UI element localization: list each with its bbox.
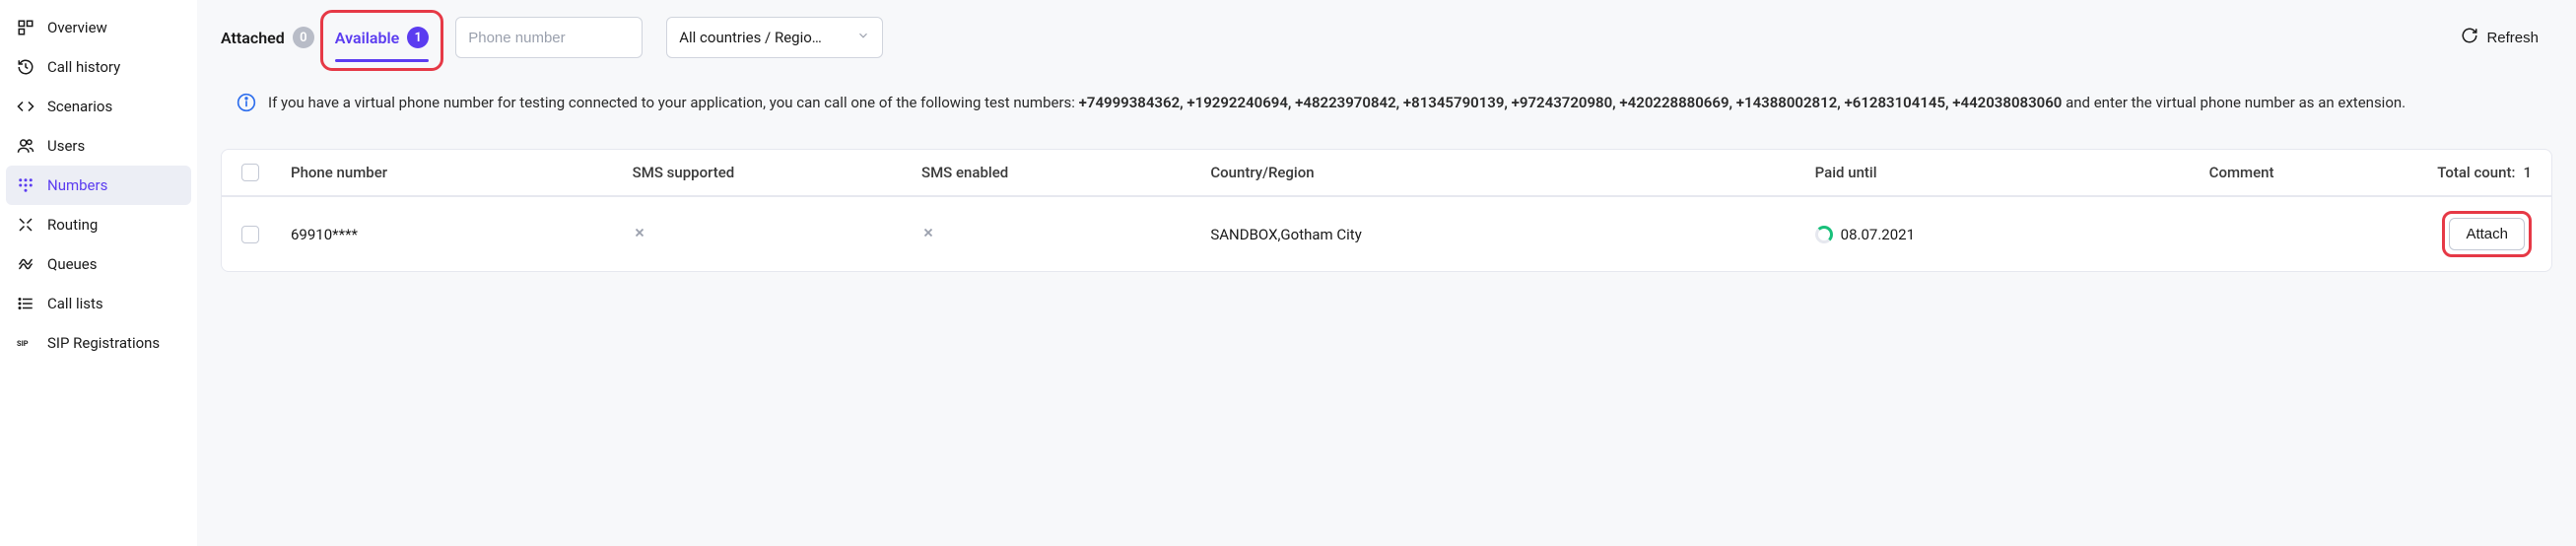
sidebar-item-label: Queues (47, 255, 98, 273)
refresh-label: Refresh (2486, 30, 2539, 46)
sidebar-item-call-history[interactable]: Call history (0, 47, 197, 87)
list-icon (16, 294, 35, 313)
col-sms-supported: SMS supported (625, 164, 914, 181)
row-checkbox[interactable] (241, 226, 259, 243)
main-content: Attached 0 Available 1 All countries / R… (197, 0, 2576, 546)
sidebar-item-routing[interactable]: Routing (0, 205, 197, 244)
sidebar-item-sip-registrations[interactable]: SIP SIP Registrations (0, 323, 197, 363)
highlight-annotation: Attach (2442, 211, 2532, 257)
table-header-row: Phone number SMS supported SMS enabled C… (222, 150, 2551, 196)
history-icon (16, 57, 35, 77)
select-value: All countries / Regio… (679, 29, 822, 46)
cell-sms-enabled (914, 226, 1202, 243)
tab-badge: 0 (293, 27, 314, 48)
highlight-annotation: Available 1 (320, 10, 443, 71)
info-icon (237, 93, 256, 119)
cell-country: SANDBOX,Gotham City (1202, 226, 1806, 243)
sidebar-item-overview[interactable]: Overview (0, 8, 197, 47)
svg-text:SIP: SIP (17, 339, 29, 348)
info-text-before: If you have a virtual phone number for t… (268, 94, 1079, 111)
select-all-checkbox[interactable] (241, 164, 259, 181)
attach-button[interactable]: Attach (2449, 218, 2525, 250)
sidebar-item-label: Call history (47, 58, 120, 76)
sidebar-item-label: Routing (47, 216, 98, 234)
cell-paid-until: 08.07.2021 (1807, 226, 2202, 243)
col-phone: Phone number (283, 164, 625, 181)
numbers-table: Phone number SMS supported SMS enabled C… (221, 149, 2552, 272)
routing-icon (16, 215, 35, 235)
col-paid-until: Paid until (1807, 164, 2202, 181)
info-numbers: +74999384362, +19292240694, +48223970842… (1079, 94, 2063, 111)
queues-icon (16, 254, 35, 274)
col-total-count: Total count: 1 (2411, 164, 2540, 181)
sidebar-item-call-lists[interactable]: Call lists (0, 284, 197, 323)
info-banner: If you have a virtual phone number for t… (221, 79, 2552, 131)
cell-sms-supported (625, 226, 914, 243)
dashboard-icon (16, 18, 35, 37)
dialpad-icon (16, 175, 35, 195)
tabs: Attached 0 Available 1 (221, 16, 432, 59)
sidebar-item-users[interactable]: Users (0, 126, 197, 166)
country-select[interactable]: All countries / Regio… (666, 17, 883, 58)
sidebar-item-label: Scenarios (47, 98, 112, 115)
col-sms-enabled: SMS enabled (914, 164, 1202, 181)
sidebar-item-queues[interactable]: Queues (0, 244, 197, 284)
x-icon (633, 226, 646, 243)
phone-number-input[interactable] (455, 17, 643, 58)
table-row: 69910**** SANDBOX,Gotham City 08.07.2021… (222, 196, 2551, 271)
refresh-icon (2461, 27, 2478, 48)
tab-badge: 1 (407, 27, 429, 48)
info-text-after: and enter the virtual phone number as an… (2066, 94, 2406, 111)
sidebar-item-label: Call lists (47, 295, 103, 312)
tab-available[interactable]: Available 1 (335, 19, 429, 56)
info-text: If you have a virtual phone number for t… (268, 91, 2406, 119)
col-comment: Comment (2202, 164, 2411, 181)
users-icon (16, 136, 35, 156)
paid-until-value: 08.07.2021 (1841, 226, 1915, 243)
sidebar-item-numbers[interactable]: Numbers (6, 166, 191, 205)
sidebar-item-label: Overview (47, 19, 107, 36)
tab-label: Available (335, 29, 399, 47)
sidebar-item-label: Numbers (47, 176, 107, 194)
chevron-down-icon (856, 29, 870, 46)
tab-label: Attached (221, 29, 285, 47)
total-count-label: Total count: (2437, 164, 2515, 181)
sidebar-item-label: SIP Registrations (47, 334, 160, 352)
sip-icon: SIP (16, 333, 35, 353)
x-icon (921, 226, 935, 243)
sidebar-item-label: Users (47, 137, 85, 155)
spinner-icon (1815, 226, 1833, 243)
sidebar: Overview Call history Scenarios Users Nu… (0, 0, 197, 546)
refresh-button[interactable]: Refresh (2447, 19, 2552, 56)
sidebar-item-scenarios[interactable]: Scenarios (0, 87, 197, 126)
col-country: Country/Region (1202, 164, 1806, 181)
code-icon (16, 97, 35, 116)
cell-action: Attach (2411, 211, 2540, 257)
total-count-value: 1 (2523, 164, 2532, 181)
tab-attached[interactable]: Attached 0 (221, 19, 314, 56)
toolbar: Attached 0 Available 1 All countries / R… (221, 16, 2552, 59)
cell-phone: 69910**** (283, 226, 625, 243)
